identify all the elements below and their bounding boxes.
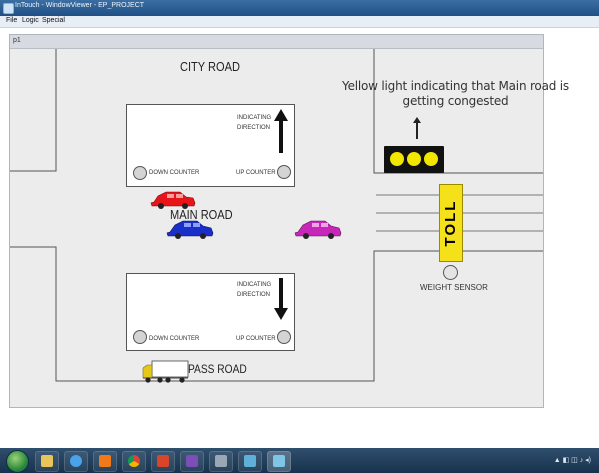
top-counter-panel: INDICATING DIRECTION DOWN COUNTER UP COU… [126,104,295,187]
city-road-label: CITY ROAD [180,59,240,74]
chrome-taskbar-button[interactable] [122,451,146,472]
app-icon [3,3,14,14]
up-arrow-icon [274,109,288,153]
traffic-light-left-lamp [390,152,404,166]
menu-bar: File Logic Special [0,16,599,28]
vs-taskbar-button[interactable] [180,451,204,472]
annotation-arrow-icon [413,117,421,139]
congestion-annotation: Yellow light indicating that Main road i… [342,79,569,108]
tools-icon [215,455,227,467]
magenta-car-icon [294,220,342,239]
explorer-taskbar-button[interactable] [35,451,59,472]
bottom-up-counter-indicator[interactable] [277,330,291,344]
top-up-counter-label: UP COUNTER [236,170,276,176]
toll-label: TOLL [442,199,459,247]
internet-explorer-icon [70,455,82,467]
office-taskbar-button[interactable] [151,451,175,472]
traffic-light [384,146,444,173]
inner-window: p1 CITY ROAD INDICATING DIRECTION DOWN C… [9,34,569,408]
chrome-icon [128,455,140,467]
visual-studio-icon [186,455,198,467]
tools-taskbar-button[interactable] [209,451,233,472]
intouch-icon [244,455,256,467]
bottom-counter-panel: INDICATING DIRECTION DOWN COUNTER UP COU… [126,273,295,351]
bottom-indicating-label: INDICATING [237,282,272,288]
weight-sensor-indicator[interactable] [443,265,458,280]
red-car-icon [150,191,196,209]
bottom-up-counter-label: UP COUNTER [236,336,276,342]
intouch-taskbar-button[interactable] [238,451,262,472]
client-area: p1 CITY ROAD INDICATING DIRECTION DOWN C… [0,28,599,448]
taskbar: ▲ ◧ ◫ ♪ ◂) [0,448,599,473]
menu-file[interactable]: File [6,17,17,24]
media-player-icon [99,455,111,467]
bottom-direction-label: DIRECTION [237,292,270,298]
media-taskbar-button[interactable] [93,451,117,472]
traffic-light-right-lamp [424,152,438,166]
windowviewer-taskbar-button[interactable] [267,451,291,472]
inner-window-label: p1 [13,37,21,44]
inner-window-title: p1 [10,35,543,49]
window-title: InTouch - WindowViewer - EP_PROJECT [15,2,145,9]
toll-booth: TOLL [439,184,463,262]
truck-icon [142,360,189,383]
pass-road-label: PASS ROAD [188,362,247,376]
system-tray[interactable]: ▲ ◧ ◫ ♪ ◂) [554,456,591,464]
weight-sensor-label: WEIGHT SENSOR [420,283,488,292]
top-down-counter-indicator[interactable] [133,166,147,180]
bottom-down-counter-label: DOWN COUNTER [149,336,200,342]
ie-taskbar-button[interactable] [64,451,88,472]
menu-logic[interactable]: Logic [22,17,39,24]
top-indicating-label: INDICATING [237,115,272,121]
office-icon [157,455,169,467]
top-direction-label: DIRECTION [237,125,270,131]
top-down-counter-label: DOWN COUNTER [149,170,200,176]
windowviewer-icon [273,455,285,467]
window-titlebar: InTouch - WindowViewer - EP_PROJECT [0,0,599,16]
bottom-down-counter-indicator[interactable] [133,330,147,344]
menu-special[interactable]: Special [42,17,65,24]
traffic-light-center-lamp [407,152,421,166]
top-up-counter-indicator[interactable] [277,165,291,179]
blue-car-icon [166,220,214,239]
folder-icon [41,455,53,467]
traffic-canvas: CITY ROAD INDICATING DIRECTION DOWN COUN… [10,49,569,407]
start-button[interactable] [6,450,29,473]
down-arrow-icon [274,278,288,320]
